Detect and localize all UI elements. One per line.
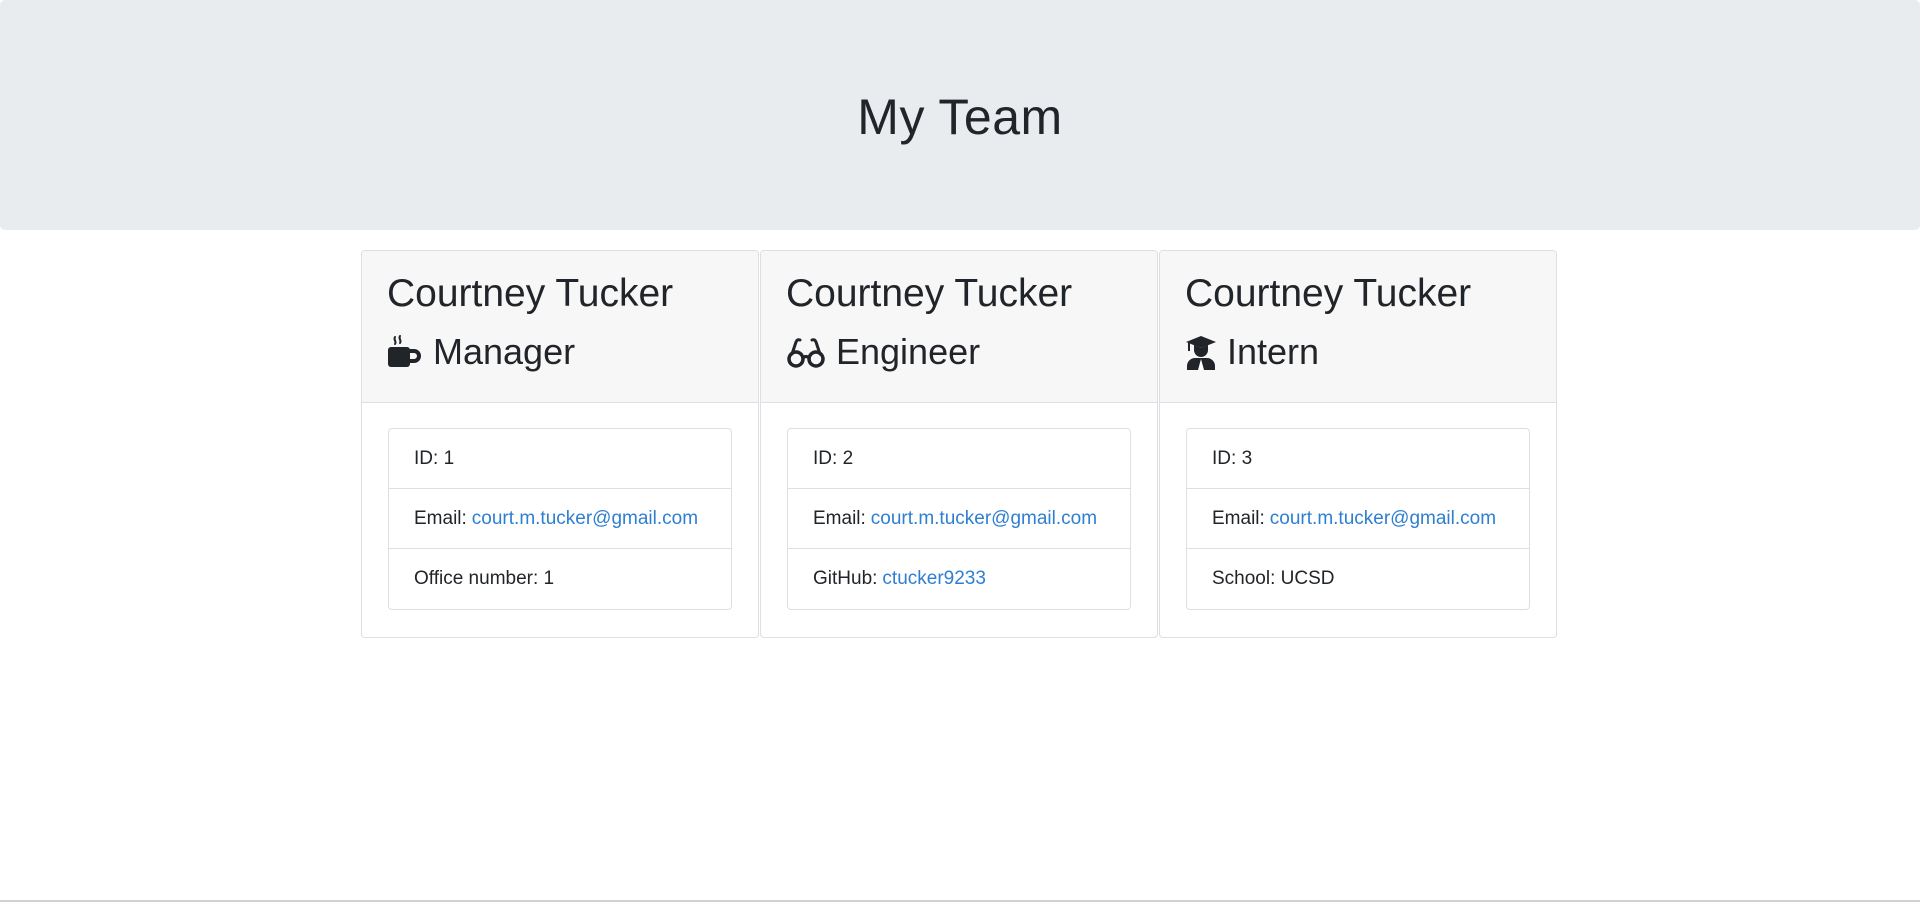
list-item-github: GitHub: ctucker9233 — [788, 549, 1130, 609]
card-body: ID: 3 Email: court.m.tucker@gmail.com Sc… — [1160, 403, 1556, 635]
employee-card-engineer: Courtney Tucker Engineer ID: 2 Email: co… — [760, 250, 1158, 638]
email-label: Email: — [813, 507, 866, 529]
list-item-id: ID: 1 — [389, 429, 731, 489]
list-item-school: School: UCSD — [1187, 549, 1529, 609]
github-label: GitHub: — [813, 568, 878, 589]
id-label: ID: — [813, 447, 838, 469]
employee-card-manager: Courtney Tucker Manager ID: 1 Email: cou… — [361, 250, 759, 638]
office-value: 1 — [543, 568, 555, 589]
employee-role: Engineer — [786, 329, 1132, 375]
email-label: Email: — [414, 507, 467, 529]
card-body: ID: 2 Email: court.m.tucker@gmail.com Gi… — [761, 403, 1157, 635]
email-link[interactable]: court.m.tucker@gmail.com — [871, 508, 1097, 530]
employee-name: Courtney Tucker — [786, 272, 1073, 315]
card-header: Courtney Tucker Manager — [362, 251, 758, 403]
list-item-email: Email: court.m.tucker@gmail.com — [788, 489, 1130, 549]
role-label: Engineer — [836, 331, 981, 372]
coffee-mug-icon — [387, 334, 423, 370]
employee-role: Manager — [387, 329, 733, 375]
info-list: ID: 3 Email: court.m.tucker@gmail.com Sc… — [1186, 428, 1530, 610]
card-header: Courtney Tucker Engineer — [761, 251, 1157, 403]
email-label: Email: — [1212, 507, 1265, 529]
school-label: School: — [1212, 568, 1276, 589]
id-value: 3 — [1241, 447, 1253, 469]
info-list: ID: 2 Email: court.m.tucker@gmail.com Gi… — [787, 428, 1131, 610]
employee-card-intern: Courtney Tucker Intern ID: 3 Email: cour… — [1159, 250, 1557, 638]
team-cards: Courtney Tucker Manager ID: 1 Email: cou… — [361, 250, 1558, 638]
glasses-icon — [786, 334, 826, 370]
page-title: My Team — [857, 89, 1063, 145]
github-link[interactable]: ctucker9233 — [882, 568, 986, 590]
id-value: 2 — [842, 447, 854, 469]
list-item-email: Email: court.m.tucker@gmail.com — [1187, 489, 1529, 549]
list-item-id: ID: 2 — [788, 429, 1130, 489]
email-link[interactable]: court.m.tucker@gmail.com — [472, 508, 698, 530]
card-header: Courtney Tucker Intern — [1160, 251, 1556, 403]
page-header: My Team — [0, 0, 1920, 230]
card-body: ID: 1 Email: court.m.tucker@gmail.com Of… — [362, 403, 758, 635]
employee-role: Intern — [1185, 329, 1531, 375]
id-label: ID: — [414, 447, 439, 469]
graduate-icon — [1185, 334, 1217, 370]
role-label: Manager — [433, 331, 576, 372]
employee-name: Courtney Tucker — [1185, 272, 1472, 315]
email-link[interactable]: court.m.tucker@gmail.com — [1270, 508, 1496, 530]
list-item-email: Email: court.m.tucker@gmail.com — [389, 489, 731, 549]
employee-name: Courtney Tucker — [387, 272, 674, 315]
office-label: Office number: — [414, 568, 539, 589]
id-value: 1 — [443, 447, 455, 469]
list-item-office: Office number: 1 — [389, 549, 731, 609]
school-value: UCSD — [1280, 568, 1335, 589]
info-list: ID: 1 Email: court.m.tucker@gmail.com Of… — [388, 428, 732, 610]
list-item-id: ID: 3 — [1187, 429, 1529, 489]
role-label: Intern — [1227, 331, 1320, 372]
id-label: ID: — [1212, 447, 1237, 469]
